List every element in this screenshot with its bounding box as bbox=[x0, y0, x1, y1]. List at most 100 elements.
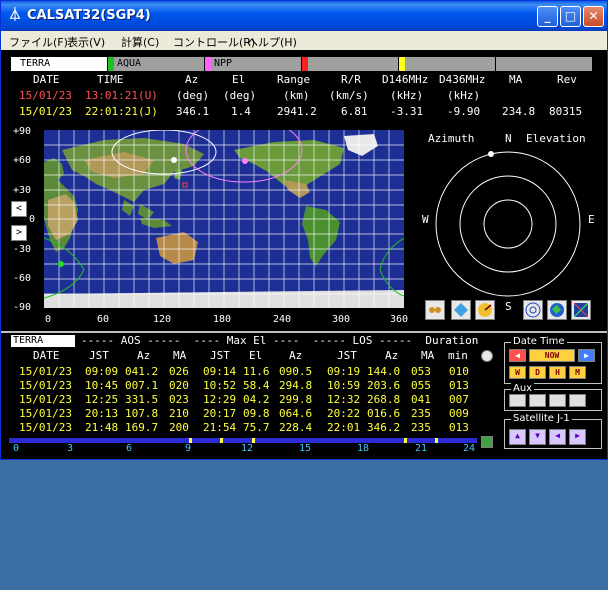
satellite-app-icon: ⏃ bbox=[8, 8, 22, 23]
map-next-button[interactable]: > bbox=[11, 225, 27, 241]
minute-button[interactable]: M bbox=[569, 366, 586, 379]
jst-date: 15/01/23 bbox=[19, 105, 72, 118]
pass-max-el: 58.4 bbox=[243, 379, 270, 392]
pass-aos-ma: 023 bbox=[169, 393, 189, 406]
pass-row[interactable]: 15/01/23 21:48 169.7 200 21:54 75.7 228.… bbox=[1, 421, 501, 435]
pass-max-az: 064.6 bbox=[279, 407, 313, 420]
sat-right-icon[interactable]: ▶ bbox=[569, 429, 586, 445]
menu-view[interactable]: 表示(V) bbox=[67, 34, 105, 50]
timeline-label: 15 bbox=[299, 443, 312, 454]
pass-los-az: 203.6 bbox=[367, 379, 401, 392]
col-max-jst: JST bbox=[210, 349, 230, 362]
pass-max-az: 299.8 bbox=[279, 393, 313, 406]
pass-aos-az: 331.5 bbox=[125, 393, 159, 406]
sat-tab-aqua[interactable]: AQUA bbox=[108, 57, 204, 71]
pass-aos-time: 21:48 bbox=[85, 421, 119, 434]
pass-max-el: 04.2 bbox=[243, 393, 270, 406]
timeline-label: 3 bbox=[67, 443, 74, 454]
close-button[interactable]: ✕ bbox=[583, 6, 604, 27]
clock-icon[interactable] bbox=[481, 350, 493, 362]
pass-date: 15/01/23 bbox=[19, 407, 72, 420]
globe-icon[interactable] bbox=[547, 300, 567, 320]
title-bar[interactable]: ⏃ CALSAT32(SGP4) _ □ ✕ bbox=[1, 1, 607, 31]
aux-button-4[interactable] bbox=[569, 394, 586, 407]
timeline-label: 24 bbox=[463, 443, 476, 454]
menu-file[interactable]: ファイル(F) bbox=[9, 34, 68, 50]
data-header-labels: DATE TIME Az El Range R/R D146MHz D436MH… bbox=[1, 73, 607, 87]
pass-row[interactable]: 15/01/23 09:09 041.2 026 09:14 11.6 090.… bbox=[1, 365, 501, 379]
pass-column-headers: DATE JST Az MA JST El Az JST Az MA min bbox=[1, 349, 501, 363]
label-az: Az bbox=[185, 73, 199, 86]
pass-los-time: 12:32 bbox=[327, 393, 361, 406]
utc-date: 15/01/23 bbox=[19, 89, 72, 102]
sat-tab-terra[interactable]: TERRA bbox=[11, 57, 107, 71]
sat-tab-npp[interactable]: NPP bbox=[205, 57, 301, 71]
menu-help[interactable]: ヘルプ(H) bbox=[247, 34, 297, 50]
compass-icon[interactable] bbox=[571, 300, 591, 320]
polar-plot-svg[interactable] bbox=[428, 144, 588, 304]
menu-calculate[interactable]: 計算(C) bbox=[121, 34, 159, 50]
data-values-row: 15/01/23 22:01:21(J) 346.1 1.4 2941.2 6.… bbox=[1, 105, 607, 119]
minimize-button[interactable]: _ bbox=[537, 6, 558, 27]
world-map-svg bbox=[44, 130, 404, 308]
sat-up-icon[interactable]: ▲ bbox=[509, 429, 526, 445]
pass-row[interactable]: 15/01/23 10:45 007.1 020 10:52 58.4 294.… bbox=[1, 379, 501, 393]
sat-tab-slot-4[interactable] bbox=[302, 57, 398, 71]
map-prev-button[interactable]: < bbox=[11, 201, 27, 217]
polar-plot-panel: Azimuth N Elevation W E S bbox=[422, 132, 606, 322]
pass-date: 15/01/23 bbox=[19, 365, 72, 378]
sat-tab-label: AQUA bbox=[114, 57, 204, 71]
maximize-button[interactable]: □ bbox=[560, 6, 581, 27]
aux-button-3[interactable] bbox=[549, 394, 566, 407]
col-los-az: Az bbox=[385, 349, 399, 362]
now-button[interactable]: NOW bbox=[529, 349, 575, 362]
sat-tab-slot-6[interactable] bbox=[496, 57, 592, 71]
week-button[interactable]: W bbox=[509, 366, 526, 379]
sat-down-icon[interactable]: ▼ bbox=[529, 429, 546, 445]
sat-left-icon[interactable]: ◀ bbox=[549, 429, 566, 445]
sat-tab-label: NPP bbox=[211, 57, 301, 71]
sat-tab-slot-5[interactable] bbox=[399, 57, 495, 71]
aux-button-2[interactable] bbox=[529, 394, 546, 407]
pass-max-az: 090.5 bbox=[279, 365, 313, 378]
pass-aos-az: 007.1 bbox=[125, 379, 159, 392]
lon-label: 120 bbox=[153, 314, 172, 325]
radar-icon[interactable] bbox=[475, 300, 495, 320]
menu-control[interactable]: コントロール(R) bbox=[173, 34, 255, 50]
pass-aos-ma: 020 bbox=[169, 379, 189, 392]
export-icon[interactable] bbox=[481, 436, 493, 448]
day-button[interactable]: D bbox=[529, 366, 546, 379]
col-aos-az: Az bbox=[137, 349, 151, 362]
lat-label: -60 bbox=[13, 273, 32, 284]
pass-aos-ma: 026 bbox=[169, 365, 189, 378]
lon-label: 0 bbox=[45, 314, 52, 325]
unit-range: (km) bbox=[283, 89, 310, 102]
diamond-icon[interactable] bbox=[451, 300, 471, 320]
timeline-label: 21 bbox=[415, 443, 428, 454]
target-icon[interactable] bbox=[523, 300, 543, 320]
pass-aos-time: 12:25 bbox=[85, 393, 119, 406]
hour-button[interactable]: H bbox=[549, 366, 566, 379]
value-rev: 80315 bbox=[549, 105, 583, 118]
lat-label: 0 bbox=[29, 214, 36, 225]
value-d436: -9.90 bbox=[447, 105, 481, 118]
footprint-icon[interactable] bbox=[425, 300, 445, 320]
col-duration-min: min bbox=[448, 349, 468, 362]
pass-los-ma: 235 bbox=[411, 407, 431, 420]
timeline-label: 0 bbox=[13, 443, 20, 454]
timeline-label: 18 bbox=[357, 443, 370, 454]
pass-row[interactable]: 15/01/23 12:25 331.5 023 12:29 04.2 299.… bbox=[1, 393, 501, 407]
step-back-icon[interactable]: ◀ bbox=[509, 349, 526, 362]
pass-max-el: 09.8 bbox=[243, 407, 270, 420]
pass-los-az: 346.2 bbox=[367, 421, 401, 434]
pass-row[interactable]: 15/01/23 20:13 107.8 210 20:17 09.8 064.… bbox=[1, 407, 501, 421]
label-date: DATE bbox=[33, 73, 60, 86]
world-map[interactable] bbox=[44, 130, 404, 308]
step-forward-icon[interactable]: ▶ bbox=[578, 349, 595, 362]
pass-los-az: 268.8 bbox=[367, 393, 401, 406]
label-d146: D146MHz bbox=[382, 73, 429, 86]
lat-label: +90 bbox=[13, 126, 32, 137]
aux-button-1[interactable] bbox=[509, 394, 526, 407]
main-client-area: TERRA AQUA NPP DATE TIME Az El Range R/R… bbox=[1, 50, 607, 459]
sat-tab-label: TERRA bbox=[17, 57, 107, 71]
